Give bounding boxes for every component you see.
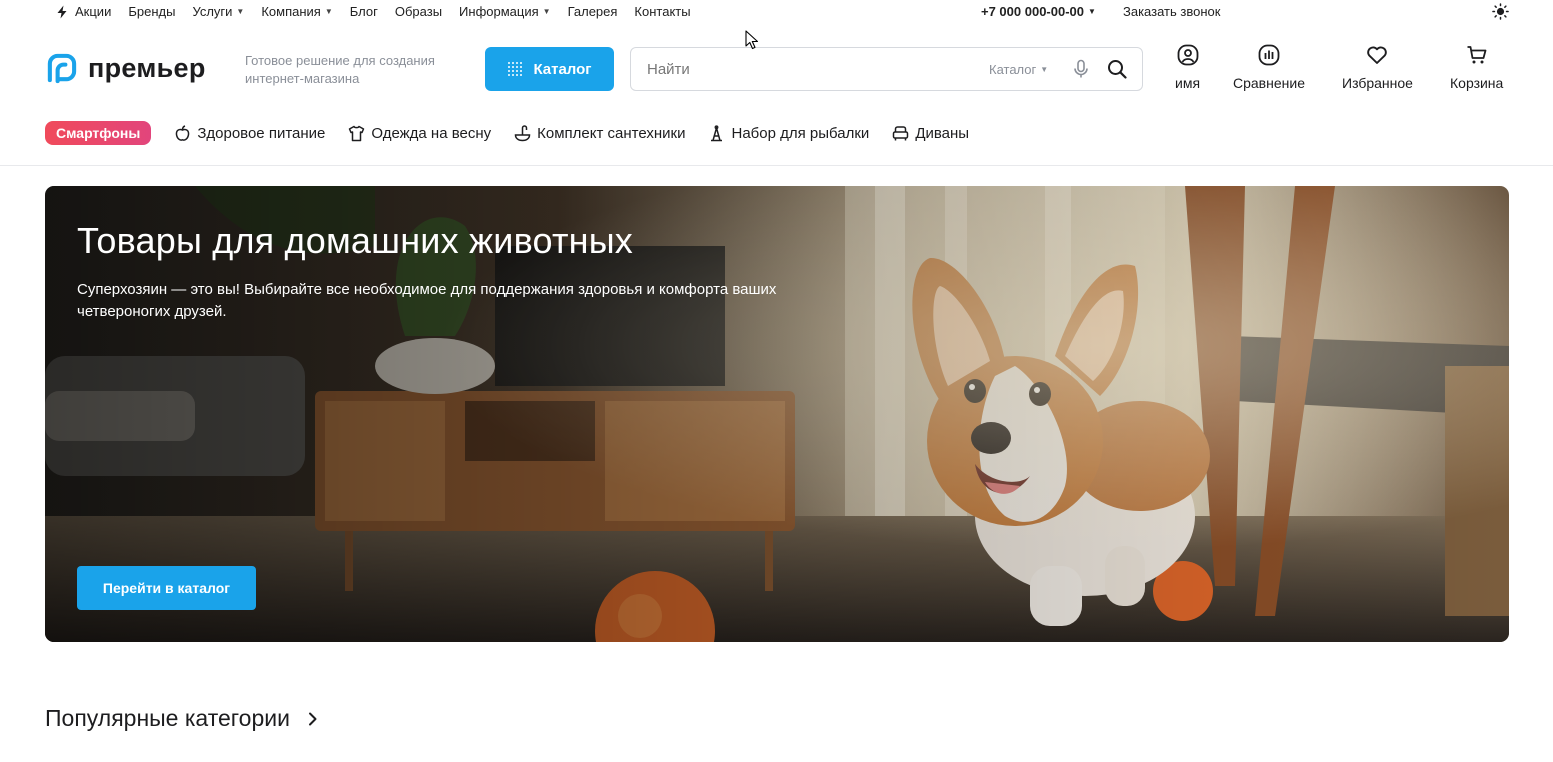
heart-icon	[1367, 46, 1388, 64]
sun-icon[interactable]	[1492, 3, 1509, 20]
phone-label: +7 000 000-00-00	[981, 4, 1085, 19]
phone-number[interactable]: +7 000 000-00-00 ▼	[981, 4, 1096, 19]
top-nav-label: Бренды	[128, 4, 176, 19]
category-label: Диваны	[915, 124, 970, 142]
top-nav-label: Информация	[459, 4, 539, 19]
chevron-right-icon	[308, 712, 317, 725]
search-scope-select[interactable]: Каталог ▼	[989, 62, 1048, 77]
caret-down-icon: ▼	[1088, 7, 1096, 16]
category-plumbing-set[interactable]: Комплект сантехники	[514, 125, 685, 142]
top-bar: Акции Бренды Услуги ▼ Компания ▼ Блог Обра…	[0, 0, 1553, 24]
hero-banner: Товары для домашних животных Суперхозяин…	[45, 186, 1509, 642]
caret-down-icon: ▼	[1040, 65, 1049, 74]
mouse-cursor-icon	[745, 30, 759, 50]
top-nav-label: Контакты	[634, 4, 691, 19]
category-label: Набор для рыбалки	[731, 124, 870, 142]
header-divider	[0, 165, 1553, 166]
category-strip: Смартфоны Здоровое питание Одежда на вес…	[45, 120, 992, 146]
account-label: имя	[1175, 75, 1201, 91]
category-label: Комплект сантехники	[537, 124, 686, 142]
user-icon	[1177, 44, 1198, 66]
popular-categories-heading[interactable]: Популярные категории	[45, 705, 320, 732]
category-fishing-set[interactable]: Набор для рыбалки	[708, 125, 869, 142]
category-healthy-food[interactable]: Здоровое питание	[174, 125, 325, 142]
cart-icon	[1467, 46, 1487, 64]
cart-button[interactable]: Корзина	[1450, 44, 1503, 91]
top-nav-label: Акции	[75, 4, 112, 19]
logo-mark-icon	[47, 53, 77, 84]
fishing-icon	[711, 124, 723, 141]
faucet-icon	[514, 124, 531, 141]
top-nav-item-blog[interactable]: Блог	[350, 4, 378, 19]
go-to-catalog-button[interactable]: Перейти в каталог	[77, 566, 256, 610]
top-nav-label: Галерея	[567, 4, 618, 19]
category-label: Здоровое питание	[197, 124, 326, 142]
tagline: Готовое решение для создания интернет-ма…	[245, 53, 435, 86]
search-input[interactable]	[647, 59, 967, 79]
category-spring-clothes[interactable]: Одежда на весну	[348, 125, 491, 142]
compare-label: Сравнение	[1233, 75, 1305, 91]
apple-icon	[176, 124, 190, 141]
top-nav: Акции Бренды Услуги ▼ Компания ▼ Блог Обра…	[55, 4, 708, 19]
search-scope-label: Каталог	[989, 62, 1037, 77]
top-nav-item-looks[interactable]: Образы	[395, 4, 442, 19]
bolt-icon	[57, 5, 67, 18]
search-bar: Каталог▼	[630, 47, 1143, 91]
banner-description: Суперхозяин — это вы! Выбирайте все необ…	[77, 281, 777, 320]
cart-label: Корзина	[1450, 75, 1504, 91]
top-nav-item-contacts[interactable]: Контакты	[634, 4, 690, 19]
top-nav-label: Услуги	[192, 4, 233, 19]
caret-down-icon: ▼	[324, 7, 333, 16]
compare-icon	[1258, 44, 1280, 66]
catalog-button-label: Каталог	[533, 60, 592, 78]
caret-down-icon: ▼	[236, 7, 245, 16]
top-nav-label: Образы	[394, 4, 443, 19]
top-nav-label: Блог	[349, 4, 378, 19]
top-nav-item-services[interactable]: Услуги ▼	[192, 4, 244, 19]
logo[interactable]: премьер	[45, 52, 206, 85]
category-label: Одежда на весну	[371, 124, 492, 142]
catalog-button[interactable]: Каталог	[485, 47, 614, 91]
top-nav-item-company[interactable]: Компания ▼	[261, 4, 332, 19]
top-nav-item-promotions[interactable]: Акции	[55, 4, 111, 19]
search-icon[interactable]	[1107, 59, 1127, 79]
compare-button[interactable]: Сравнение	[1233, 44, 1305, 91]
microphone-icon[interactable]	[1072, 59, 1090, 79]
top-nav-item-gallery[interactable]: Галерея	[568, 4, 618, 19]
banner-title: Товары для домашних животных	[77, 220, 634, 261]
category-sofas[interactable]: Диваны	[892, 125, 969, 142]
badge-smartphones[interactable]: Смартфоны	[45, 121, 152, 145]
favorites-label: Избранное	[1342, 75, 1413, 91]
favorites-button[interactable]: Избранное	[1342, 44, 1413, 91]
grid-dots-icon	[508, 62, 523, 76]
popular-categories-title: Популярные категории	[45, 705, 290, 731]
callback-link[interactable]: Заказать звонок	[1123, 4, 1220, 19]
account-button[interactable]: имя	[1175, 44, 1200, 91]
top-nav-item-info[interactable]: Информация ▼	[459, 4, 551, 19]
top-nav-item-brands[interactable]: Бренды	[128, 4, 175, 19]
sofa-icon	[893, 125, 909, 140]
caret-down-icon: ▼	[542, 7, 551, 16]
shirt-icon	[349, 125, 365, 141]
logo-text: премьер	[88, 53, 206, 83]
top-nav-label: Компания	[261, 4, 321, 19]
